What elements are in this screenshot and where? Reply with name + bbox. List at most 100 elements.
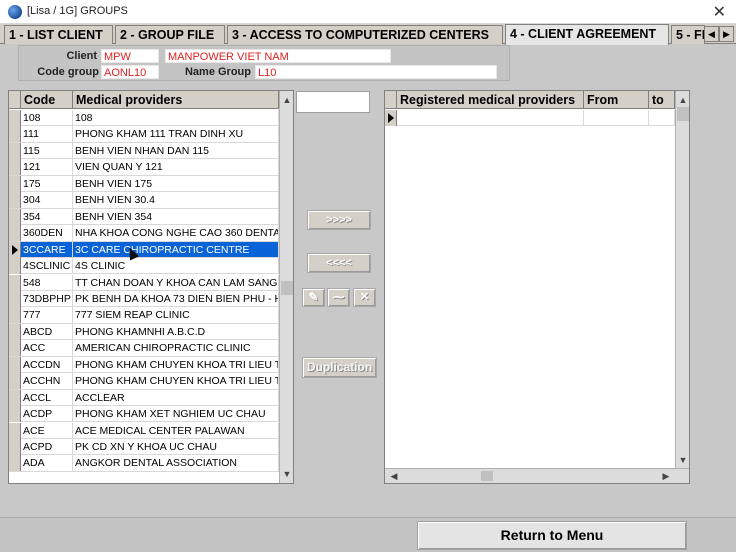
- to-cell[interactable]: [649, 110, 675, 126]
- provider-code-cell[interactable]: ACC: [21, 340, 73, 357]
- table-row[interactable]: 3CCARE 3C CARE CHIROPRACTIC CENTRE: [9, 241, 279, 258]
- table-row[interactable]: 354 BENH VIEN 354: [9, 208, 279, 226]
- client-name-field[interactable]: MANPOWER VIET NAM: [165, 49, 391, 63]
- tab-access-computerized-centers[interactable]: 3 - ACCESS TO COMPUTERIZED CENTERS: [227, 25, 503, 44]
- registered-provider-cell[interactable]: [397, 110, 584, 126]
- table-row[interactable]: ABCD PHONG KHAMNHI A.B.C.D: [9, 323, 279, 341]
- table-row[interactable]: 73DBPHP PK BENH DA KHOA 73 DIEN BIEN PHU …: [9, 290, 279, 308]
- provider-code-cell[interactable]: 175: [21, 175, 73, 192]
- new-record-row[interactable]: [385, 110, 675, 127]
- scroll-up-icon[interactable]: ▲: [280, 93, 293, 107]
- provider-name-cell[interactable]: ACE MEDICAL CENTER PALAWAN: [73, 422, 279, 439]
- provider-name-cell[interactable]: VIEN QUAN Y 121: [73, 159, 279, 176]
- tab-list-client[interactable]: 1 - LIST CLIENT: [4, 25, 113, 44]
- provider-code-cell[interactable]: 115: [21, 142, 73, 159]
- provider-name-cell[interactable]: BENH VIEN 354: [73, 208, 279, 225]
- provider-code-cell[interactable]: 4SCLINIC: [21, 258, 73, 275]
- provider-code-cell[interactable]: ACCHN: [21, 373, 73, 390]
- code-group-field[interactable]: AONL10: [101, 65, 159, 79]
- scroll-thumb[interactable]: [677, 107, 689, 121]
- provider-name-cell[interactable]: ACCLEAR: [73, 389, 279, 406]
- provider-code-cell[interactable]: ACDP: [21, 406, 73, 423]
- provider-name-cell[interactable]: BENH VIEN 175: [73, 175, 279, 192]
- scroll-up-icon[interactable]: ▲: [676, 93, 689, 107]
- client-code-field[interactable]: MPW: [101, 49, 159, 63]
- provider-name-cell[interactable]: BENH VIEN NHAN DAN 115: [73, 142, 279, 159]
- left-grid-vertical-scrollbar[interactable]: ▲ ▼: [279, 91, 293, 483]
- provider-name-cell[interactable]: PK CD XN Y KHOA UC CHAU: [73, 439, 279, 455]
- scroll-left-icon[interactable]: ◀: [387, 469, 401, 483]
- table-row[interactable]: 108 108: [9, 110, 279, 127]
- provider-code-cell[interactable]: 108: [21, 110, 73, 126]
- horizontal-scroll-thumb[interactable]: [481, 471, 493, 481]
- edit-icon[interactable]: ✎: [302, 288, 325, 307]
- scroll-thumb[interactable]: [281, 281, 293, 295]
- provider-name-cell[interactable]: PHONG KHAMNHI A.B.C.D: [73, 323, 279, 340]
- provider-name-cell[interactable]: AMERICAN CHIROPRACTIC CLINIC: [73, 340, 279, 357]
- provider-name-cell[interactable]: 4S CLINIC: [73, 258, 279, 275]
- table-row[interactable]: 121 VIEN QUAN Y 121: [9, 159, 279, 176]
- provider-code-cell[interactable]: ACCL: [21, 389, 73, 406]
- table-row[interactable]: 115 BENH VIEN NHAN DAN 115: [9, 142, 279, 160]
- table-row[interactable]: ACCL ACCLEAR: [9, 389, 279, 407]
- table-row[interactable]: 111 PHONG KHAM 111 TRAN DINH XU: [9, 126, 279, 143]
- provider-code-cell[interactable]: 548: [21, 274, 73, 291]
- return-to-menu-button[interactable]: Return to Menu: [417, 521, 687, 550]
- column-header-to[interactable]: to: [649, 91, 675, 109]
- provider-code-cell[interactable]: ACE: [21, 422, 73, 439]
- tab-client-agreement[interactable]: 4 - CLIENT AGREEMENT: [505, 24, 669, 45]
- table-row[interactable]: 4SCLINIC 4S CLINIC: [9, 258, 279, 275]
- provider-search-input[interactable]: [296, 91, 370, 113]
- line-icon[interactable]: ⁓: [327, 288, 350, 307]
- provider-code-cell[interactable]: ACPD: [21, 439, 73, 455]
- table-row[interactable]: ACC AMERICAN CHIROPRACTIC CLINIC: [9, 340, 279, 357]
- delete-icon[interactable]: ✕: [353, 288, 376, 307]
- provider-name-cell[interactable]: PHONG KHAM 111 TRAN DINH XU: [73, 126, 279, 143]
- provider-name-cell[interactable]: 777 SIEM REAP CLINIC: [73, 307, 279, 324]
- tab-scroll-right-icon[interactable]: ▶: [719, 26, 734, 42]
- remove-provider-button[interactable]: <<<<: [307, 253, 371, 273]
- provider-code-cell[interactable]: ACCDN: [21, 356, 73, 373]
- provider-code-cell[interactable]: ADA: [21, 455, 73, 472]
- tab-group-file[interactable]: 2 - GROUP FILE: [115, 25, 225, 44]
- provider-code-cell[interactable]: 111: [21, 126, 73, 143]
- scroll-right-icon[interactable]: ▶: [659, 469, 673, 483]
- provider-code-cell[interactable]: 121: [21, 159, 73, 176]
- provider-code-cell[interactable]: 360DEN: [21, 225, 73, 242]
- column-header-code[interactable]: Code: [21, 91, 73, 109]
- provider-name-cell[interactable]: PHONG KHAM CHUYEN KHOA TRI LIEU THA: [73, 356, 279, 373]
- provider-code-cell[interactable]: 3CCARE: [21, 241, 73, 258]
- table-row[interactable]: 360DEN NHA KHOA CONG NGHE CAO 360 DENTAL: [9, 225, 279, 242]
- provider-name-cell[interactable]: ANGKOR DENTAL ASSOCIATION: [73, 455, 279, 472]
- table-row[interactable]: ACPD PK CD XN Y KHOA UC CHAU: [9, 439, 279, 456]
- scroll-down-icon[interactable]: ▼: [676, 453, 689, 467]
- column-header-registered-providers[interactable]: Registered medical providers: [397, 91, 584, 109]
- tab-five-truncated[interactable]: 5 - FI: [671, 25, 705, 44]
- tab-scroll-left-icon[interactable]: ◀: [704, 26, 719, 42]
- close-icon[interactable]: ✕: [713, 2, 726, 22]
- from-cell[interactable]: [584, 110, 649, 126]
- right-grid-horizontal-scrollbar[interactable]: ◀ ▶: [385, 468, 689, 483]
- table-row[interactable]: 175 BENH VIEN 175: [9, 175, 279, 193]
- table-row[interactable]: 304 BENH VIEN 30.4: [9, 192, 279, 209]
- name-group-field[interactable]: L10: [255, 65, 497, 79]
- provider-name-cell[interactable]: PK BENH DA KHOA 73 DIEN BIEN PHU - HP: [73, 290, 279, 307]
- provider-name-cell[interactable]: PHONG KHAM XET NGHIEM UC CHAU: [73, 406, 279, 423]
- provider-code-cell[interactable]: 354: [21, 208, 73, 225]
- table-row[interactable]: 548 TT CHAN DOAN Y KHOA CAN LAM SANG: [9, 274, 279, 291]
- duplication-button[interactable]: Duplication: [302, 357, 377, 378]
- table-row[interactable]: ACE ACE MEDICAL CENTER PALAWAN: [9, 422, 279, 439]
- provider-name-cell[interactable]: NHA KHOA CONG NGHE CAO 360 DENTAL: [73, 225, 279, 242]
- provider-name-cell[interactable]: BENH VIEN 30.4: [73, 192, 279, 209]
- table-row[interactable]: ACDP PHONG KHAM XET NGHIEM UC CHAU: [9, 406, 279, 423]
- add-provider-button[interactable]: >>>>: [307, 210, 371, 230]
- provider-code-cell[interactable]: ABCD: [21, 323, 73, 340]
- provider-name-cell[interactable]: 3C CARE CHIROPRACTIC CENTRE: [73, 241, 279, 258]
- provider-name-cell[interactable]: 108: [73, 110, 279, 126]
- column-header-from[interactable]: From: [584, 91, 649, 109]
- table-row[interactable]: ACCDN PHONG KHAM CHUYEN KHOA TRI LIEU THA: [9, 356, 279, 374]
- scroll-down-icon[interactable]: ▼: [280, 467, 293, 481]
- provider-code-cell[interactable]: 777: [21, 307, 73, 324]
- provider-name-cell[interactable]: TT CHAN DOAN Y KHOA CAN LAM SANG: [73, 274, 279, 291]
- provider-code-cell[interactable]: 73DBPHP: [21, 290, 73, 307]
